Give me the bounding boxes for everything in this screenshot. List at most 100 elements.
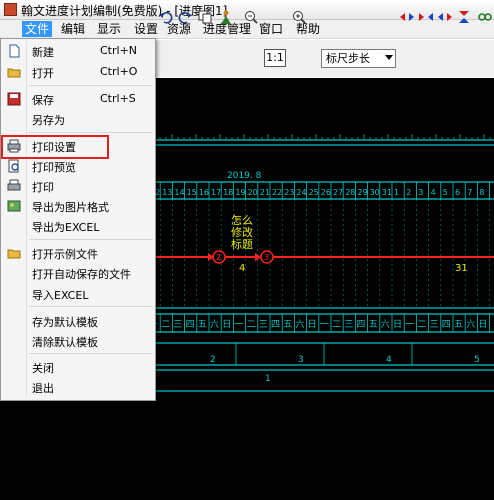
menu-separator [29, 239, 153, 240]
weekday-label: 一 [320, 320, 329, 330]
save-icon [7, 92, 21, 106]
menu-item-label: 保存 [32, 94, 54, 107]
file-menu-dropdown: 新建 Ctrl+N 打开 Ctrl+O 保存 Ctrl+S 另存为 打印设置 打… [0, 38, 156, 401]
shift-left-icon[interactable] [399, 9, 415, 25]
menu-edit[interactable]: 编辑 [58, 21, 88, 37]
day-label: 23 [284, 188, 294, 197]
bottom-ruler-label: 2 [210, 355, 216, 365]
weekday-label: 四 [186, 320, 195, 330]
menu-separator [29, 132, 153, 133]
day-label: 19 [235, 188, 245, 197]
link-icon[interactable] [477, 9, 493, 25]
zoom-in-icon[interactable] [291, 9, 307, 25]
menu-item-label: 清除默认模板 [32, 336, 98, 349]
menu-item-open-sample[interactable]: 打开示例文件 [3, 243, 153, 263]
sort-icon[interactable] [456, 9, 472, 25]
day-label: 8 [479, 188, 484, 197]
day-label: 29 [357, 188, 367, 197]
menu-item-label: 导出为图片格式 [32, 201, 109, 214]
menu-item-label: 关闭 [32, 362, 54, 375]
annotation-line-1: 怎么 [231, 213, 253, 227]
day-label: 31 [382, 188, 392, 197]
day-label: 16 [199, 188, 209, 197]
weekday-label: 二 [247, 320, 256, 330]
day-label: 25 [309, 188, 319, 197]
day-label: 30 [370, 188, 380, 197]
menu-item-exit[interactable]: 退出 [3, 377, 153, 397]
weekday-label: 六 [295, 318, 304, 330]
menu-item-print-preview[interactable]: 打印预览 [3, 156, 153, 176]
menu-view[interactable]: 显示 [94, 21, 124, 37]
node-3-label: 3 [264, 253, 269, 262]
copy-icon[interactable] [197, 9, 213, 25]
menu-window[interactable]: 窗口 [256, 21, 286, 37]
day-label: 6 [455, 188, 460, 197]
menu-item-import-excel[interactable]: 导入EXCEL [3, 284, 153, 304]
zoom-out-icon[interactable] [243, 9, 259, 25]
menu-item-export-image[interactable]: 导出为图片格式 [3, 196, 153, 216]
menu-item-open-autosave[interactable]: 打开自动保存的文件 [3, 263, 153, 283]
weekday-label: 日 [308, 319, 317, 330]
menu-item-label: 退出 [32, 382, 54, 395]
menu-item-close[interactable]: 关闭 [3, 357, 153, 377]
ruler-step-select[interactable]: 标尺步长 [321, 49, 396, 68]
menu-item-export-excel[interactable]: 导出为EXCEL [3, 216, 153, 236]
node-2-label: 2 [216, 253, 221, 262]
day-label: 28 [345, 188, 355, 197]
month-label: 2019. 8 [227, 171, 262, 181]
menu-item-label: 打开 [32, 67, 54, 80]
menu-item-open[interactable]: 打开 Ctrl+O [3, 62, 153, 82]
tool-figure-icon[interactable] [218, 9, 234, 25]
bottom-ruler-label: 5 [474, 355, 480, 365]
weekday-label: 日 [222, 319, 231, 330]
arrow-head-2 [255, 253, 261, 261]
day-label: 22 [272, 188, 282, 197]
menu-item-label: 新建 [32, 46, 54, 59]
expand-icon[interactable] [437, 9, 453, 25]
day-label: 7 [467, 188, 472, 197]
weekday-label: 三 [344, 320, 353, 330]
open-sample-icon [7, 249, 21, 259]
menu-item-label: 导出为EXCEL [32, 221, 100, 234]
bottom-ruler-label: 3 [298, 355, 304, 365]
day-label: 18 [223, 188, 233, 197]
shift-right-icon[interactable] [418, 9, 434, 25]
chevron-down-icon [385, 55, 393, 60]
menu-item-label: 存为默认模板 [32, 316, 98, 329]
menu-item-save-as[interactable]: 另存为 [3, 109, 153, 129]
menu-item-save[interactable]: 保存 Ctrl+S [3, 89, 153, 109]
weekday-label: 五 [198, 320, 207, 330]
weekday-label: 六 [210, 318, 219, 330]
weekday-label: 二 [161, 320, 170, 330]
zoom-actual-button[interactable]: 1:1 [264, 49, 286, 67]
weekday-label: 二 [417, 320, 426, 330]
annotation-line-3: 标题 [231, 237, 253, 251]
day-label: 5 [443, 188, 448, 197]
weekday-label: 四 [442, 320, 451, 330]
weekday-label: 日 [478, 319, 487, 330]
menu-item-new[interactable]: 新建 Ctrl+N [3, 41, 153, 61]
day-label: 3 [418, 188, 423, 197]
menu-item-save-default-template[interactable]: 存为默认模板 [3, 311, 153, 331]
menu-file[interactable]: 文件 [22, 21, 53, 37]
day-label: 1 [394, 188, 399, 197]
menu-separator [29, 353, 153, 354]
menu-item-label: 打开自动保存的文件 [32, 268, 131, 281]
weekday-label: 六 [381, 318, 390, 330]
menu-item-print[interactable]: 打印 [3, 176, 153, 196]
export-image-icon [7, 200, 21, 212]
print-icon [7, 179, 21, 191]
redo-icon[interactable] [177, 9, 193, 25]
weekday-label: 三 [259, 320, 268, 330]
menu-item-label: 打印预览 [32, 161, 76, 174]
menu-item-clear-default-template[interactable]: 清除默认模板 [3, 331, 153, 351]
menu-item-print-setup[interactable]: 打印设置 [3, 136, 153, 156]
print-preview-icon [8, 159, 19, 173]
weekday-label: 三 [173, 320, 182, 330]
menu-item-shortcut: Ctrl+O [100, 65, 138, 78]
weekday-label: 五 [369, 320, 378, 330]
menu-settings[interactable]: 设置 [131, 21, 161, 37]
print-setup-icon [7, 139, 21, 153]
undo-icon[interactable] [158, 9, 174, 25]
weekday-label: 日 [393, 319, 402, 330]
